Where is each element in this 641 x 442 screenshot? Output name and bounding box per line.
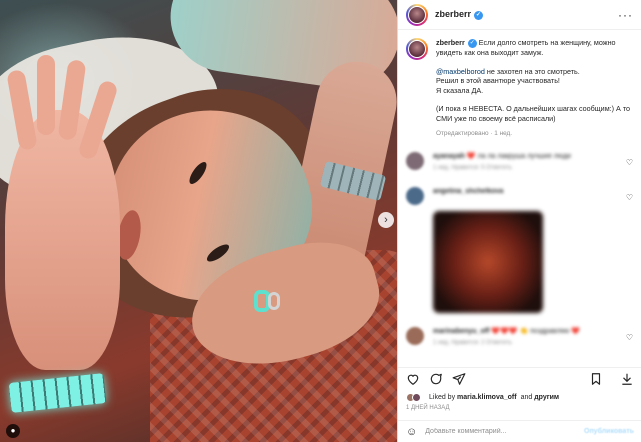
likes-prefix: Liked by	[429, 394, 458, 401]
left-hand	[5, 55, 120, 370]
share-icon[interactable]	[452, 372, 466, 386]
caption-text: (И пока я НЕВЕСТА. О дальнейших шагах со…	[436, 104, 631, 123]
heart-icon[interactable]: ♡	[626, 333, 633, 342]
post-sidebar: zberberr ✓ ··· zberberr ✓ Если долго смотр…	[397, 0, 641, 442]
verified-badge-icon: ✓	[467, 39, 477, 48]
comment-username[interactable]: ayanayah	[433, 153, 465, 160]
emoji-icon[interactable]: ☺	[406, 426, 417, 438]
bookmark-icon[interactable]	[589, 372, 603, 386]
verified-badge-icon: ✓	[474, 11, 484, 20]
caption: zberberr ✓ Если долго смотреть на женщину…	[406, 38, 633, 138]
more-horizontal-icon[interactable]: ···	[618, 8, 633, 22]
caption-meta: Отредактировано · 1 нед.	[436, 129, 513, 137]
comment-meta: 1 нед. Нравится: 2 Ответить	[433, 340, 512, 347]
heart-icon[interactable]: ♡	[626, 158, 633, 167]
caption-text: не захотел на это смотреть.	[484, 66, 580, 76]
username[interactable]: zberberr ✓	[435, 9, 484, 20]
heart-icon[interactable]: ♡	[626, 193, 633, 202]
comment-username[interactable]: marinabenyu_off	[433, 328, 489, 335]
comment-input[interactable]	[425, 428, 576, 435]
post-header: zberberr ✓ ···	[398, 0, 641, 30]
comment: marinabenyu_off ❤️❤️❤️ 👏 поздравляю ❤️ 1…	[406, 327, 633, 348]
comment-icon[interactable]	[429, 372, 443, 386]
comment-meta: 1 нед. Нравится: 5 Ответить	[433, 165, 512, 172]
chevron-right-icon[interactable]: ›	[378, 212, 394, 228]
post-photo[interactable]: › ●	[0, 0, 397, 442]
mention-link[interactable]: @maxbelborod	[436, 67, 485, 76]
add-comment-bar: ☺ Опубликовать	[398, 420, 641, 442]
user-tag-icon[interactable]: ●	[6, 424, 20, 438]
post-comment-button[interactable]: Опубликовать	[584, 428, 634, 435]
avatar[interactable]	[406, 38, 428, 60]
action-bar	[398, 367, 641, 389]
heart-icon[interactable]	[406, 372, 420, 386]
likes-summary[interactable]: Liked by maria.klimova_off and другим	[406, 393, 559, 402]
avatar	[412, 393, 421, 402]
glowing-bracelet	[8, 373, 107, 413]
post-date: 1 ДНЕЙ НАЗАД	[406, 405, 450, 411]
finger	[37, 55, 55, 135]
comment: angelina_shchelkova ♡	[406, 187, 633, 206]
avatar[interactable]	[406, 3, 428, 26]
avatar[interactable]	[406, 152, 424, 171]
caption-text: Решил в этой авантюре участвовать!	[436, 76, 560, 86]
ring	[268, 292, 280, 310]
avatar[interactable]	[406, 187, 424, 206]
likes-others[interactable]: другим	[534, 394, 559, 401]
comment-username[interactable]: angelina_shchelkova	[433, 188, 503, 195]
comments-list[interactable]: zberberr ✓ Если долго смотреть на женщину…	[398, 30, 641, 367]
comment: ayanayah ❤️ ла ла лакруша лучшие люди 1 …	[406, 152, 633, 173]
caption-text: Я сказала ДА.	[436, 85, 484, 95]
avatar[interactable]	[406, 327, 424, 346]
comment-text: ❤️❤️❤️ 👏 поздравляю ❤️	[491, 328, 580, 336]
comment-image[interactable]	[433, 211, 543, 314]
caption-username[interactable]: zberberr	[436, 38, 465, 47]
likes-joiner: and	[520, 394, 535, 401]
likes-user[interactable]: maria.klimova_off	[457, 394, 517, 401]
comment-text: ❤️ ла ла лакруша лучшие люди	[466, 153, 571, 161]
download-icon[interactable]	[620, 372, 634, 386]
